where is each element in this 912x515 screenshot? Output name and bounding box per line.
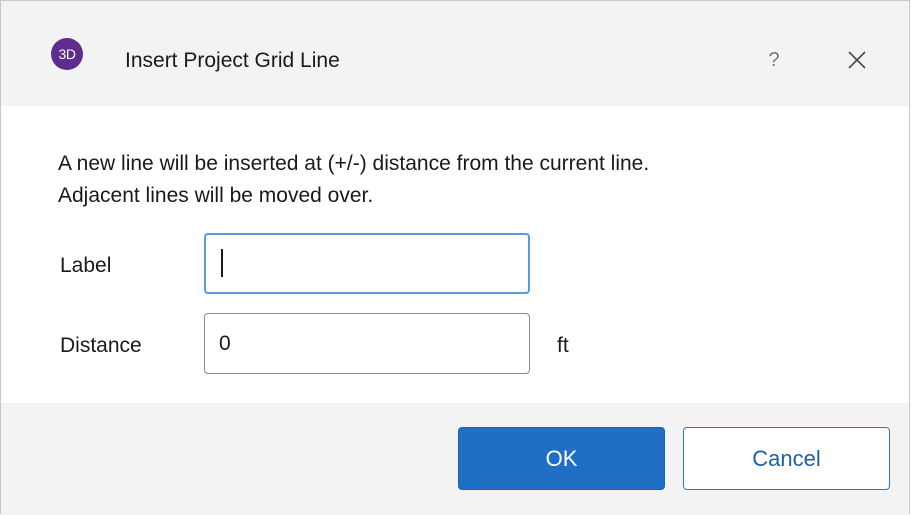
distance-unit: ft <box>557 334 569 357</box>
dialog-description: A new line will be inserted at (+/-) dis… <box>58 148 649 212</box>
dialog-footer: OK Cancel <box>1 403 909 515</box>
help-icon[interactable]: ? <box>760 46 788 74</box>
dialog-titlebar: 3D Insert Project Grid Line ? <box>1 1 909 106</box>
distance-field-label: Distance <box>60 334 142 357</box>
cancel-button[interactable]: Cancel <box>683 427 890 490</box>
dialog-body: A new line will be inserted at (+/-) dis… <box>1 106 909 403</box>
label-input[interactable] <box>204 233 530 294</box>
label-field-label: Label <box>60 254 112 277</box>
dialog-title: Insert Project Grid Line <box>125 49 340 72</box>
distance-input[interactable] <box>204 313 530 374</box>
close-icon[interactable] <box>841 44 873 76</box>
app-3d-icon: 3D <box>51 38 83 70</box>
text-caret <box>221 249 223 277</box>
ok-button[interactable]: OK <box>458 427 665 490</box>
insert-grid-line-dialog: 3D Insert Project Grid Line ? A new line… <box>0 0 910 515</box>
description-line-1: A new line will be inserted at (+/-) dis… <box>58 152 650 175</box>
description-line-2: Adjacent lines will be moved over. <box>58 184 374 207</box>
